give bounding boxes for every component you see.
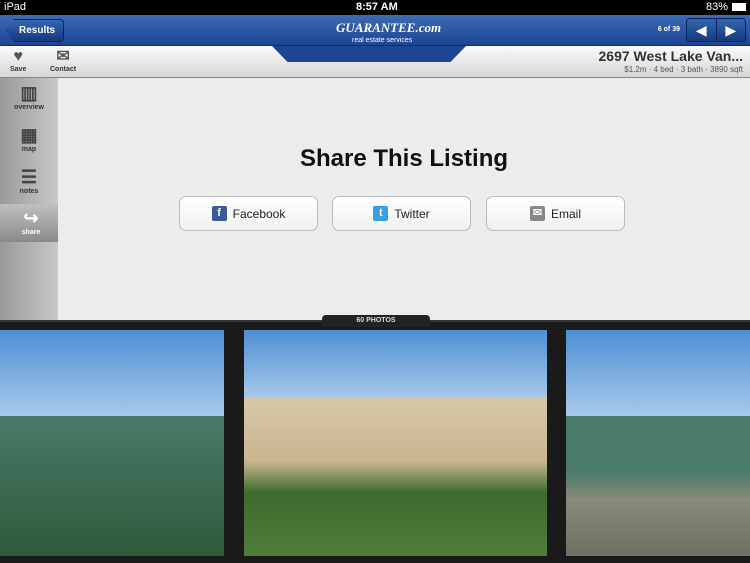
sidebar-label: overview [14, 104, 44, 111]
email-icon: ✉ [529, 206, 545, 221]
share-icon: ↪ [23, 208, 39, 228]
map-icon: ▦ [20, 125, 38, 145]
contact-label: Contact [50, 66, 77, 73]
sidebar: ▥ overview ▦ map ☰ notes ↪ share [0, 78, 62, 320]
sidebar-label: notes [19, 188, 39, 195]
logo-tab [272, 46, 466, 62]
email-label: Email [550, 206, 581, 221]
facebook-label: Facebook [232, 206, 286, 221]
save-label: Save [10, 66, 27, 73]
battery-percent: 83% [705, 1, 728, 13]
photo-count-tab[interactable]: 60 PHOTOS [322, 315, 430, 327]
listing-summary: $1.2m · 4 bed · 3 bath · 3890 sqft [624, 65, 743, 74]
listing-address: 2697 West Lake Van... [598, 48, 744, 64]
notes-icon: ☰ [20, 167, 38, 187]
pager: ◀ ▶ [686, 18, 746, 42]
sidebar-item-overview[interactable]: ▥ overview [0, 82, 58, 111]
sidebar-item-map[interactable]: ▦ map [0, 124, 58, 153]
photo-lake[interactable] [0, 330, 224, 556]
email-button[interactable]: ✉ Email [486, 196, 625, 231]
twitter-label: Twitter [394, 206, 430, 221]
contact-button[interactable]: ✉ Contact [50, 48, 76, 73]
share-title: Share This Listing [299, 145, 509, 172]
sidebar-label: share [21, 229, 41, 236]
photo-strip: 60 PHOTOS [0, 315, 750, 563]
twitter-button[interactable]: t Twitter [332, 196, 471, 231]
battery-icon [732, 3, 746, 11]
facebook-button[interactable]: f Facebook [179, 196, 318, 231]
overview-icon: ▥ [20, 83, 38, 103]
heart-icon: ♥ [13, 48, 23, 65]
clock: 8:57 AM [356, 1, 398, 13]
status-bar: iPad 8:57 AM 83% [0, 0, 750, 15]
listing-header: 2697 West Lake Van... $1.2m · 4 bed · 3 … [540, 48, 744, 75]
sidebar-item-share[interactable]: ↪ share [0, 204, 62, 242]
next-arrow-icon[interactable]: ▶ [717, 19, 746, 41]
listing-counter: 6 of 39 [657, 26, 680, 33]
logo-subtitle: real estate services [352, 37, 413, 44]
envelope-icon: ✉ [56, 48, 70, 65]
share-panel: Share This Listing f Facebook t Twitter ✉ E… [58, 78, 750, 320]
previous-arrow-icon[interactable]: ◀ [687, 19, 717, 41]
photo-house[interactable] [244, 330, 547, 556]
sidebar-item-notes[interactable]: ☰ notes [0, 166, 58, 195]
device-name: iPad [4, 1, 27, 13]
sidebar-label: map [21, 146, 37, 153]
save-button[interactable]: ♥ Save [10, 48, 26, 73]
photo-dock[interactable] [566, 330, 750, 556]
logo: GUARANTEE.com [336, 20, 442, 35]
results-back-button[interactable]: Results [6, 19, 65, 42]
facebook-icon: f [211, 206, 227, 221]
twitter-icon: t [373, 206, 389, 221]
